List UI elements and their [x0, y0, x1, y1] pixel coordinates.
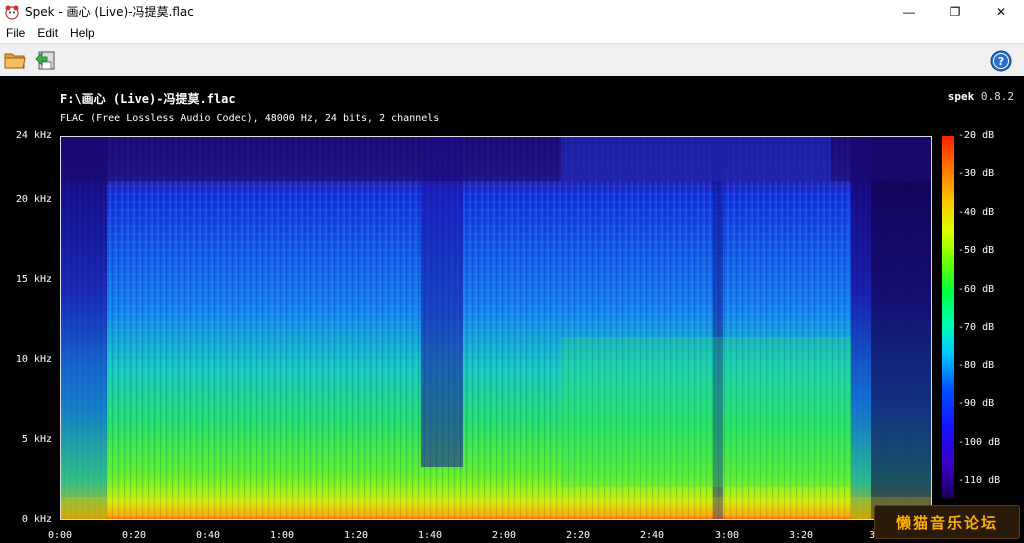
- help-icon[interactable]: ?: [990, 50, 1012, 72]
- forum-watermark: 懒猫音乐论坛: [874, 505, 1020, 539]
- db-label: -50 dB: [958, 245, 995, 256]
- freq-label: 10 kHz: [15, 354, 52, 365]
- db-label: -20 dB: [958, 130, 995, 141]
- spectrogram-image: [61, 137, 931, 519]
- time-label: 0:00: [47, 530, 73, 541]
- freq-label: 15 kHz: [15, 274, 52, 285]
- folder-open-icon: [4, 53, 26, 69]
- db-label: -70 dB: [958, 322, 995, 333]
- brand-name: spek: [947, 90, 975, 103]
- title-bar: Spek - 画心 (Live)-冯提莫.flac — ❐ ✕: [0, 0, 1024, 23]
- time-label: 1:20: [343, 530, 369, 541]
- db-color-scale: [942, 136, 954, 498]
- freq-label: 5 kHz: [21, 434, 52, 445]
- freq-label: 24 kHz: [15, 130, 52, 141]
- menu-edit[interactable]: Edit: [31, 23, 64, 43]
- time-label: 0:40: [195, 530, 221, 541]
- freq-label: 0 kHz: [21, 514, 52, 525]
- menu-bar: File Edit Help: [0, 23, 1024, 43]
- save-image-button[interactable]: [32, 48, 58, 72]
- window-title: Spek - 画心 (Live)-冯提莫.flac: [25, 5, 194, 19]
- spek-app-icon: [5, 5, 19, 20]
- time-label: 1:40: [417, 530, 443, 541]
- toolbar: ?: [0, 43, 1024, 76]
- time-label: 2:00: [491, 530, 517, 541]
- freq-label: 20 kHz: [15, 194, 52, 205]
- open-file-button[interactable]: [2, 48, 28, 72]
- spek-brand: spek 0.8.2: [948, 90, 1014, 103]
- db-label: -90 dB: [958, 398, 995, 409]
- save-image-icon: [35, 51, 55, 70]
- close-button[interactable]: ✕: [978, 0, 1024, 23]
- file-info: FLAC (Free Lossless Audio Codec), 48000 …: [60, 113, 440, 124]
- svg-text:?: ?: [998, 55, 1004, 68]
- time-label: 2:20: [565, 530, 591, 541]
- db-label: -60 dB: [958, 284, 995, 295]
- spectrogram-plot[interactable]: [60, 136, 932, 520]
- maximize-button[interactable]: ❐: [932, 0, 978, 23]
- window-controls: — ❐ ✕: [886, 0, 1024, 23]
- time-label: 0:20: [121, 530, 147, 541]
- time-label: 3:20: [788, 530, 814, 541]
- brand-version: 0.8.2: [980, 90, 1014, 103]
- db-label: -100 dB: [958, 437, 1001, 448]
- menu-help[interactable]: Help: [64, 23, 101, 43]
- db-label: -40 dB: [958, 207, 995, 218]
- db-label: -80 dB: [958, 360, 995, 371]
- time-label: 2:40: [639, 530, 665, 541]
- file-path: F:\画心 (Live)-冯提莫.flac: [60, 92, 236, 106]
- spectrogram-view: F:\画心 (Live)-冯提莫.flac FLAC (Free Lossles…: [0, 76, 1024, 543]
- db-label: -30 dB: [958, 168, 995, 179]
- time-label: 3:00: [714, 530, 740, 541]
- menu-file[interactable]: File: [0, 23, 31, 43]
- time-label: 1:00: [269, 530, 295, 541]
- minimize-button[interactable]: —: [886, 0, 932, 23]
- db-label: -110 dB: [958, 475, 1001, 486]
